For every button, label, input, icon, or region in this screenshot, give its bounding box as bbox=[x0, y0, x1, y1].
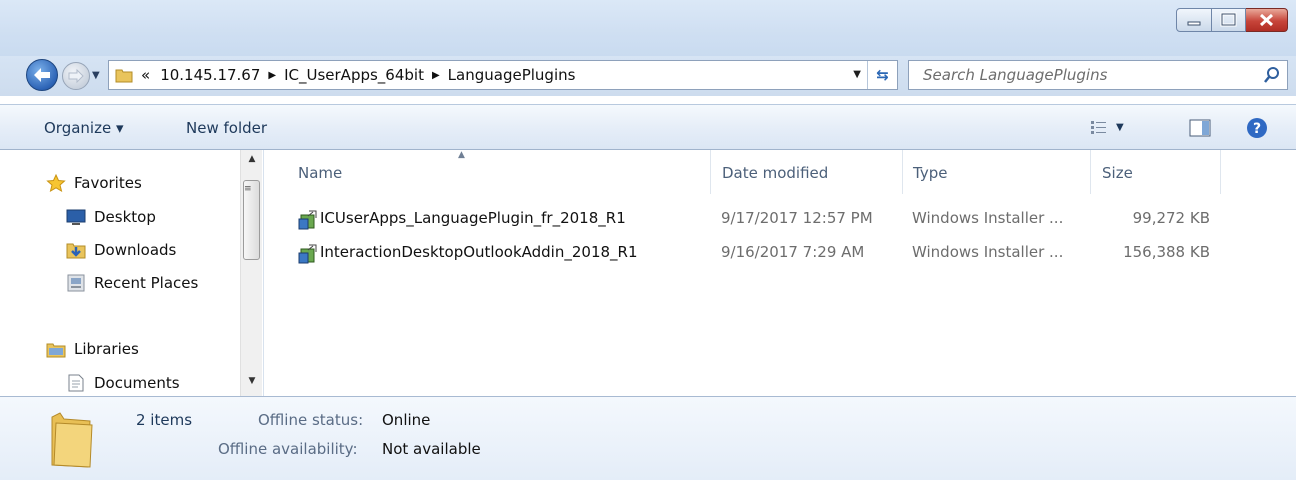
address-dropdown-icon[interactable]: ▼ bbox=[853, 69, 861, 80]
change-view-icon[interactable] bbox=[1090, 119, 1108, 135]
back-arrow-icon bbox=[34, 68, 50, 82]
offline-availability-value: Not available bbox=[382, 440, 481, 458]
libraries-icon bbox=[46, 343, 66, 358]
file-name: ICUserApps_LanguagePlugin_fr_2018_R1 bbox=[320, 209, 626, 227]
file-size: 99,272 KB bbox=[1132, 209, 1210, 227]
nav-favorites-label: Favorites bbox=[74, 174, 142, 192]
column-header-size[interactable]: Size bbox=[1102, 164, 1133, 182]
item-count: 2 items bbox=[136, 411, 193, 429]
nav-recent-places[interactable]: Recent Places bbox=[66, 274, 198, 292]
file-list: ▲ Name Date modified Type Size ICUserApp… bbox=[263, 150, 1296, 396]
search-icon[interactable] bbox=[1263, 66, 1281, 84]
offline-status-value: Online bbox=[382, 411, 431, 429]
refresh-icon: ⇆ bbox=[876, 66, 889, 84]
search-input[interactable]: Search LanguagePlugins bbox=[908, 60, 1288, 90]
navigation-bar: ▼ « 10.145.17.67 ▶ IC_UserApps_64bit ▶ L… bbox=[0, 56, 1296, 96]
window-controls bbox=[1176, 8, 1288, 34]
documents-icon bbox=[68, 374, 84, 392]
command-bar: Organize ▾ New folder ▼ ? bbox=[0, 104, 1296, 150]
breadcrumb-ip[interactable]: 10.145.17.67 bbox=[160, 66, 260, 84]
sort-ascending-icon: ▲ bbox=[458, 150, 465, 160]
file-name: InteractionDesktopOutlookAddin_2018_R1 bbox=[320, 243, 638, 261]
column-divider[interactable] bbox=[1220, 150, 1221, 194]
overflow-chevron[interactable]: « bbox=[141, 66, 150, 84]
nav-libraries-label: Libraries bbox=[74, 340, 139, 358]
breadcrumb-ic-userapps[interactable]: IC_UserApps_64bit bbox=[284, 66, 424, 84]
column-header-date-modified[interactable]: Date modified bbox=[722, 164, 828, 182]
file-row[interactable]: ICUserApps_LanguagePlugin_fr_2018_R1 9/1… bbox=[294, 204, 1214, 234]
scroll-up-icon[interactable]: ▲ bbox=[241, 150, 263, 168]
svg-text:?: ? bbox=[1253, 121, 1261, 137]
column-divider[interactable] bbox=[902, 150, 903, 194]
refresh-button[interactable]: ⇆ bbox=[867, 61, 897, 89]
installer-icon bbox=[298, 244, 317, 264]
details-pane: 2 items Offline status: Online Offline a… bbox=[0, 396, 1296, 480]
desktop-icon bbox=[66, 209, 86, 225]
navigation-pane: Favorites Desktop Downloads Recent Place… bbox=[0, 150, 262, 396]
scroll-grip-icon: ≡ bbox=[244, 184, 252, 194]
nav-downloads-label: Downloads bbox=[94, 241, 177, 259]
organize-button[interactable]: Organize ▾ bbox=[44, 119, 124, 137]
nav-libraries[interactable]: Libraries bbox=[46, 340, 139, 358]
maximize-button[interactable] bbox=[1212, 8, 1246, 32]
column-header-name[interactable]: Name bbox=[298, 164, 342, 182]
file-row[interactable]: InteractionDesktopOutlookAddin_2018_R1 9… bbox=[294, 238, 1214, 268]
column-divider[interactable] bbox=[1090, 150, 1091, 194]
installer-icon bbox=[298, 210, 317, 230]
scroll-down-icon[interactable]: ▼ bbox=[241, 372, 263, 390]
nav-recent-places-label: Recent Places bbox=[94, 274, 199, 292]
file-date-modified: 9/17/2017 12:57 PM bbox=[721, 209, 873, 227]
file-date-modified: 9/16/2017 7:29 AM bbox=[721, 243, 865, 261]
file-type: Windows Installer ... bbox=[912, 243, 1064, 261]
nav-documents-label: Documents bbox=[94, 374, 180, 392]
breadcrumb-separator-icon[interactable]: ▶ bbox=[268, 70, 276, 81]
nav-desktop[interactable]: Desktop bbox=[66, 208, 156, 226]
minimize-icon bbox=[1187, 21, 1201, 26]
nav-desktop-label: Desktop bbox=[94, 208, 156, 226]
column-header-type[interactable]: Type bbox=[913, 164, 947, 182]
nav-favorites[interactable]: Favorites bbox=[46, 174, 142, 192]
restore-icon bbox=[1220, 12, 1237, 27]
preview-pane-icon[interactable] bbox=[1188, 118, 1212, 138]
forward-arrow-icon bbox=[68, 68, 84, 84]
close-button[interactable] bbox=[1246, 8, 1288, 32]
breadcrumb-separator-icon[interactable]: ▶ bbox=[432, 70, 440, 81]
file-size: 156,388 KB bbox=[1123, 243, 1210, 261]
help-icon[interactable]: ? bbox=[1246, 117, 1268, 139]
recent-pages-dropdown-icon[interactable]: ▼ bbox=[92, 70, 100, 81]
offline-availability-label: Offline availability: bbox=[218, 440, 358, 458]
nav-downloads[interactable]: Downloads bbox=[66, 241, 176, 259]
search-placeholder: Search LanguagePlugins bbox=[923, 66, 1108, 84]
new-folder-button[interactable]: New folder bbox=[186, 119, 267, 137]
recent-places-icon bbox=[67, 274, 85, 292]
folder-icon bbox=[51, 412, 93, 468]
downloads-icon bbox=[66, 243, 86, 259]
column-divider[interactable] bbox=[710, 150, 711, 194]
minimize-button[interactable] bbox=[1176, 8, 1212, 32]
close-icon bbox=[1259, 13, 1274, 27]
offline-status-label: Offline status: bbox=[258, 411, 364, 429]
file-type: Windows Installer ... bbox=[912, 209, 1064, 227]
title-bar bbox=[0, 0, 1296, 56]
folder-icon bbox=[115, 69, 133, 83]
address-bar[interactable]: « 10.145.17.67 ▶ IC_UserApps_64bit ▶ Lan… bbox=[108, 60, 898, 90]
star-icon bbox=[46, 174, 66, 192]
view-options-dropdown-icon[interactable]: ▼ bbox=[1116, 122, 1124, 133]
navigation-scrollbar[interactable]: ▲ ≡ ▼ bbox=[240, 150, 262, 396]
forward-button[interactable] bbox=[62, 62, 90, 90]
back-button[interactable] bbox=[26, 59, 58, 91]
nav-documents[interactable]: Documents bbox=[66, 374, 180, 392]
breadcrumb-languageplugins[interactable]: LanguagePlugins bbox=[448, 66, 576, 84]
